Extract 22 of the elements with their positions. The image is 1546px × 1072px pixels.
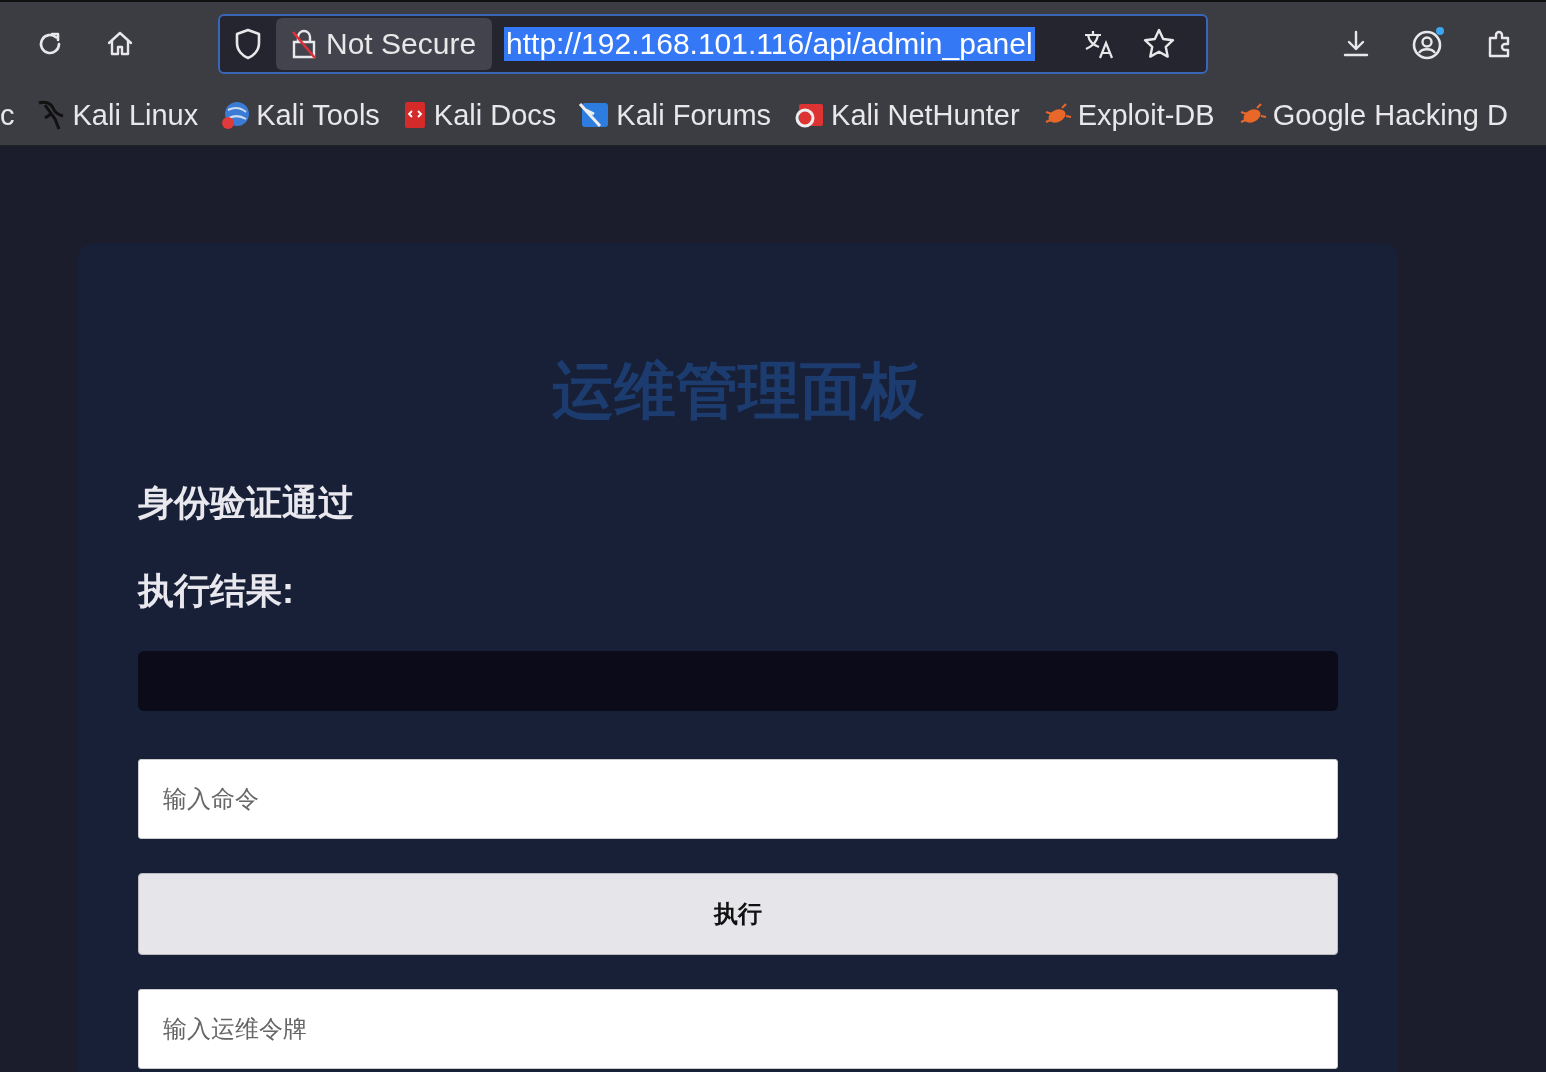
star-icon[interactable] [1142,26,1176,61]
security-indicator[interactable]: Not Secure [276,17,493,70]
address-bar[interactable]: Not Secure http://192.168.101.116/api/admin_panel [218,13,1208,74]
command-field[interactable]: 输入命令 [138,759,1338,839]
bookmark-item[interactable]: Kali Linux [36,98,199,132]
url-text[interactable]: http://192.168.101.116/api/admin_panel [504,26,1035,61]
forum-logo-icon [578,100,611,130]
lock-slash-icon [290,27,318,60]
security-label: Not Secure [326,26,477,61]
bookmark-item[interactable]: Kali Forums [578,98,772,132]
auth-status-text: 身份验证通过 [138,481,355,525]
bookmark-item[interactable]: Kali Tools [220,98,380,132]
account-icon[interactable] [1410,25,1446,62]
token-field[interactable]: 输入运维令牌 [138,989,1338,1069]
bookmark-item[interactable]: Google Hacking D [1236,98,1508,132]
execute-button[interactable]: 执行 [138,873,1338,955]
bookmark-item[interactable]: Exploit-DB [1041,98,1215,132]
globe-icon [220,100,251,130]
bookmark-item[interactable]: Kali NetHunter [793,98,1020,132]
bookmark-item[interactable]: c [0,98,15,132]
result-label: 执行结果: [138,569,295,613]
bookmark-item[interactable]: Kali Docs [401,98,557,132]
